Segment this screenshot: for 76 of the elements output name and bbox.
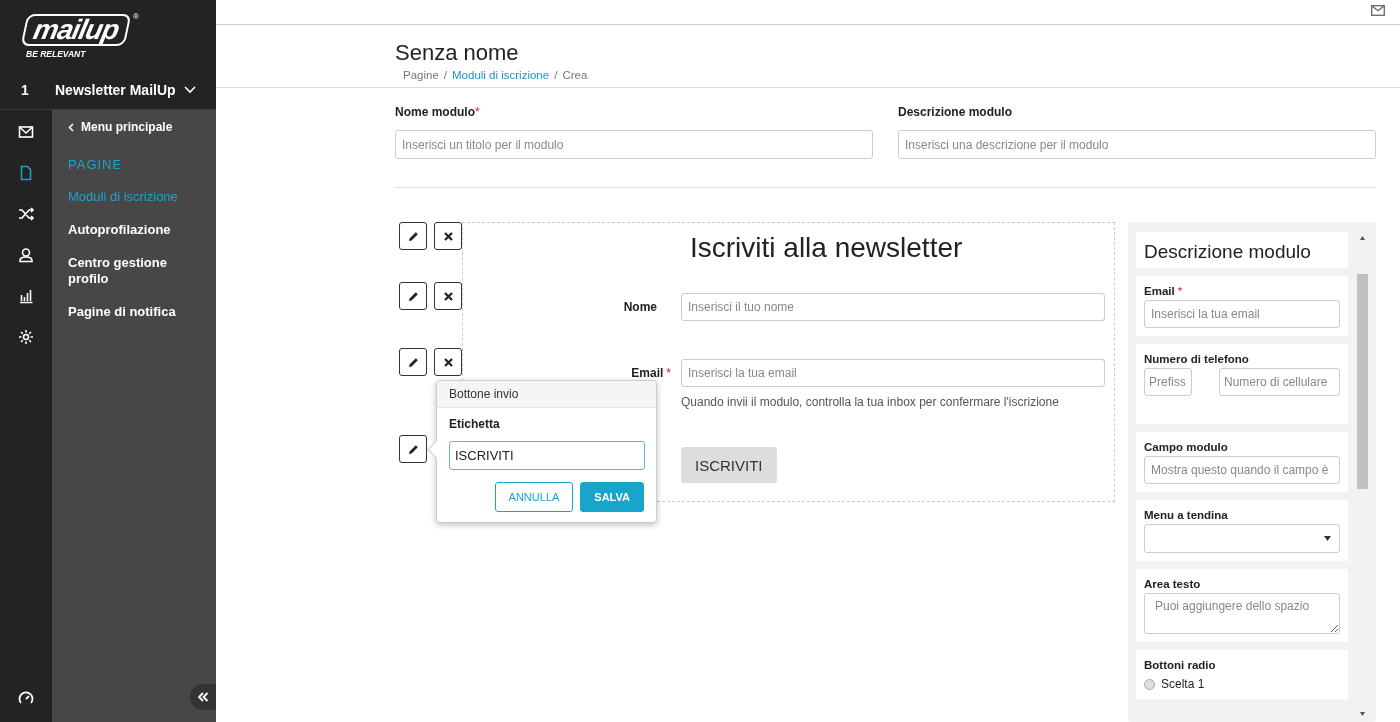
edit-button[interactable] xyxy=(399,348,427,376)
close-icon xyxy=(443,291,453,301)
field-label: Campo modulo xyxy=(1144,441,1228,453)
delete-button[interactable] xyxy=(434,348,462,376)
registered-mark: ® xyxy=(133,12,139,21)
radio-button[interactable] xyxy=(1144,678,1155,690)
form-title: Iscriviti alla newsletter xyxy=(690,231,964,265)
field-card[interactable]: Bottoni radio Scelta 1 xyxy=(1136,650,1348,699)
account-selector[interactable]: 1 Newsletter MailUp xyxy=(0,70,216,110)
field-label: Descrizione modulo xyxy=(898,105,1013,119)
delete-button[interactable] xyxy=(434,282,462,310)
breadcrumb-item: Crea xyxy=(562,69,588,82)
input-field[interactable]: Inserisci una descrizione per il modulo xyxy=(898,130,1376,159)
chevron-left-icon xyxy=(68,122,74,132)
input-field[interactable]: ISCRIVITI xyxy=(449,441,645,470)
input-field[interactable]: Numero di cellulare xyxy=(1219,368,1340,396)
field-label: Nome modulo xyxy=(395,105,475,119)
close-icon xyxy=(443,231,453,241)
text-area[interactable]: Puoi aggiungere dello spazio xyxy=(1144,593,1340,634)
pencil-icon xyxy=(407,356,419,368)
edit-button[interactable] xyxy=(399,222,427,250)
required-mark: * xyxy=(1177,285,1183,297)
input-field[interactable]: Inserisci la tua email xyxy=(1144,300,1340,328)
field-label: Menu a tendina xyxy=(1144,509,1228,521)
double-chevron-left-icon xyxy=(197,692,209,702)
pencil-icon xyxy=(407,230,419,242)
section-heading: PAGINE xyxy=(68,157,124,172)
field-label: Area testo xyxy=(1144,578,1201,590)
edit-button[interactable] xyxy=(399,282,427,310)
settings-icon[interactable] xyxy=(16,327,36,347)
popover-title: Bottone invio xyxy=(437,381,656,408)
field-card[interactable]: Email * Inserisci la tua email xyxy=(1136,276,1348,336)
menu-item[interactable]: Autoprofilazione xyxy=(68,222,188,238)
input-field[interactable]: Inserisci il tuo nome xyxy=(681,293,1105,321)
field-label: Numero di telefono xyxy=(1144,353,1249,365)
field-label: Email xyxy=(631,366,664,380)
field-label: Nome xyxy=(623,300,657,314)
scroll-down-icon xyxy=(1360,712,1365,716)
menu-item[interactable]: Centro gestione profilo xyxy=(68,255,188,287)
user-icon[interactable] xyxy=(16,245,36,265)
page-title: Senza nome xyxy=(395,40,520,67)
panel-title: Descrizione modulo xyxy=(1144,241,1311,262)
input-field[interactable]: Inserisci un titolo per il modulo xyxy=(395,130,873,159)
radio-label: Scelta 1 xyxy=(1161,677,1205,691)
breadcrumb-separator: / xyxy=(554,69,558,82)
logo: mailup xyxy=(20,14,132,46)
tagline: BE RELEVANT xyxy=(26,49,86,59)
pencil-icon xyxy=(407,443,419,455)
delete-button[interactable] xyxy=(434,222,462,250)
speedometer-icon[interactable] xyxy=(18,690,34,706)
breadcrumb-link[interactable]: Moduli di iscrizione xyxy=(452,69,550,82)
field-card[interactable]: Area testo Puoi aggiungere dello spazio xyxy=(1136,569,1348,642)
edit-button[interactable] xyxy=(399,435,427,463)
field-card[interactable]: Campo modulo Mostra questo quando il campo è xyxy=(1136,432,1348,492)
collapse-button[interactable] xyxy=(190,684,216,710)
chevron-down-icon xyxy=(184,86,196,94)
pencil-icon xyxy=(407,290,419,302)
help-text: Quando invii il modulo, controlla la tua inbox per confermare l'iscrizione xyxy=(681,395,1060,409)
field-card[interactable]: Numero di telefono Prefiss Numero di cellulare xyxy=(1136,344,1348,424)
input-field[interactable]: Mostra questo quando il campo è xyxy=(1144,456,1340,484)
field-label: Bottoni radio xyxy=(1144,659,1216,671)
input-field[interactable]: Inserisci la tua email xyxy=(681,359,1105,387)
input-field[interactable]: Prefiss xyxy=(1144,368,1192,396)
breadcrumb-item: Pagine xyxy=(403,69,439,82)
back-link[interactable]: Menu principale xyxy=(68,120,216,134)
close-icon xyxy=(443,357,453,367)
required-mark: * xyxy=(475,105,480,119)
required-mark: * xyxy=(666,366,671,380)
field-label: Etichetta xyxy=(449,417,501,431)
field-card[interactable]: Menu a tendina xyxy=(1136,500,1348,561)
dropdown-arrow-icon xyxy=(1324,536,1331,541)
breadcrumb-separator: / xyxy=(443,69,447,82)
field-label: Email xyxy=(1144,285,1175,297)
menu-item[interactable]: Pagine di notifica xyxy=(68,304,188,320)
scroll-up-icon xyxy=(1360,236,1365,240)
subscribe-button[interactable]: ISCRIVITI xyxy=(681,447,777,483)
